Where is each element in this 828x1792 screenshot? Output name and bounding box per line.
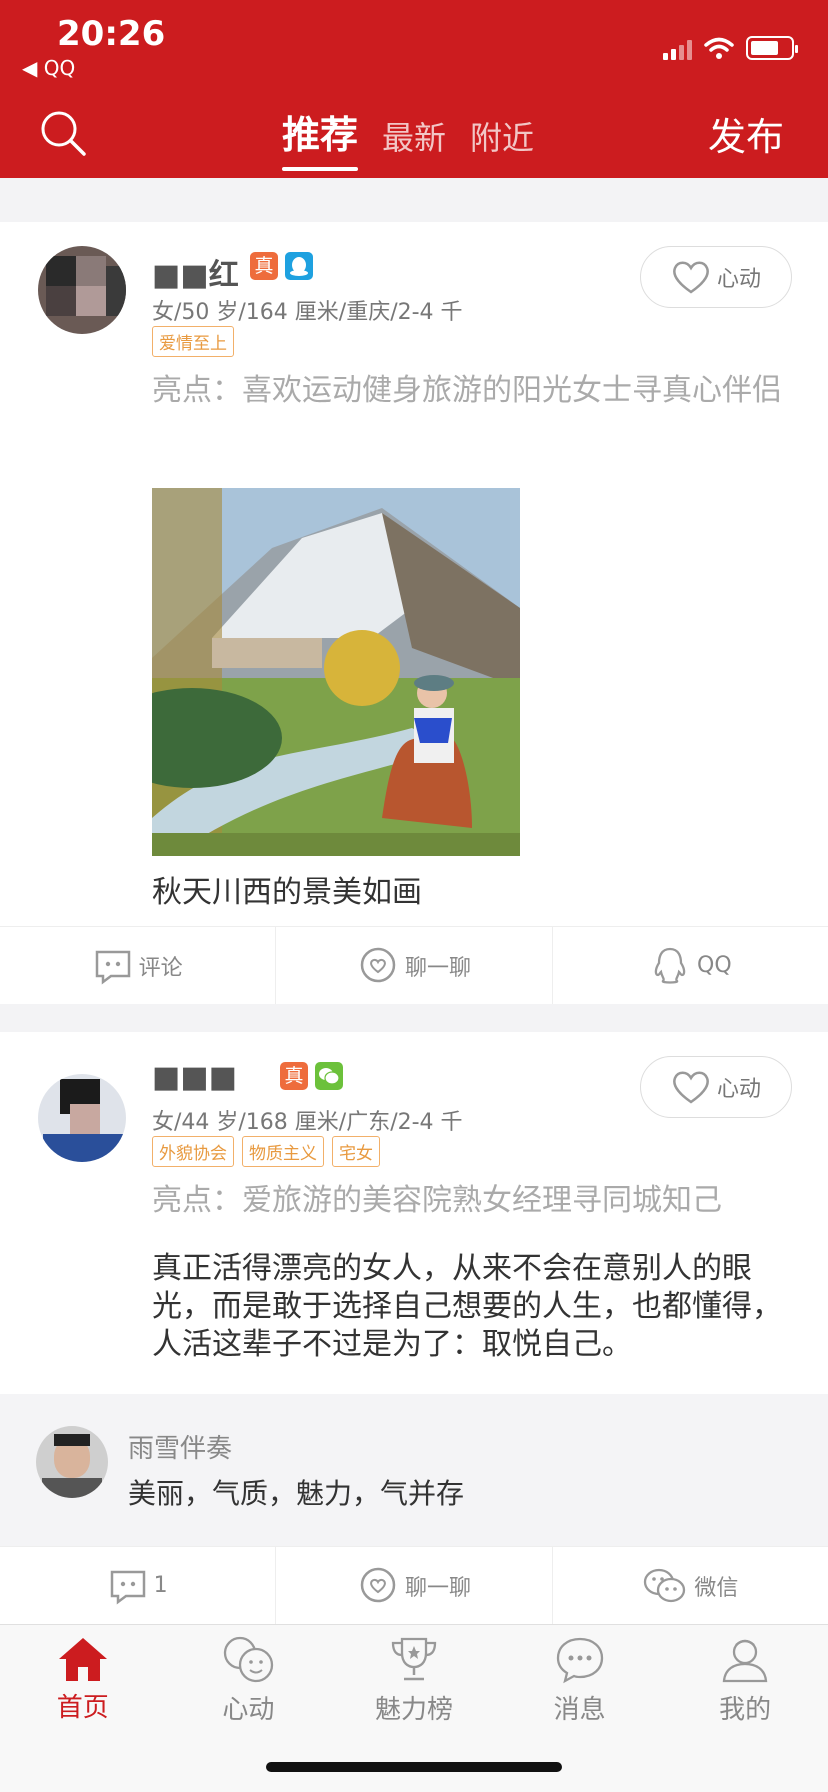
qq-label: QQ bbox=[697, 953, 732, 978]
home-icon bbox=[58, 1638, 107, 1681]
nav-messages-label: 消息 bbox=[553, 1695, 606, 1725]
search-icon[interactable] bbox=[38, 108, 88, 158]
nav-charm-ranking-label: 魅力榜 bbox=[374, 1695, 453, 1725]
landscape-image bbox=[152, 488, 520, 856]
qq-penguin-icon bbox=[654, 947, 686, 984]
wechat-icon bbox=[644, 1568, 686, 1602]
user-info: 女/44 岁/168 厘米/广东/2-4 千 bbox=[152, 1110, 463, 1135]
tab-latest[interactable]: 最新 bbox=[382, 113, 446, 159]
qq-contact-button[interactable]: QQ bbox=[553, 927, 828, 1004]
chat-label: 聊一聊 bbox=[404, 1575, 471, 1601]
tab-nearby[interactable]: 附近 bbox=[470, 113, 534, 159]
user-name[interactable]: ■■■ bbox=[152, 1060, 237, 1095]
avatar[interactable] bbox=[38, 246, 126, 334]
chat-label: 聊一聊 bbox=[404, 955, 471, 981]
verified-badge: 真 bbox=[280, 1062, 308, 1090]
like-label: 心动 bbox=[716, 267, 761, 292]
tag-list: 外貌协会 物质主义 宅女 bbox=[152, 1136, 380, 1167]
nav-heartbeat-label: 心动 bbox=[222, 1695, 275, 1725]
chat-heart-icon bbox=[360, 1567, 396, 1602]
post-photo[interactable] bbox=[152, 488, 520, 856]
post-caption: 秋天川西的景美如画 bbox=[152, 875, 422, 910]
post-text: 真正活得漂亮的女人，从来不会在意别人的眼光，而是敢于选择自己想要的人生，也都懂得… bbox=[152, 1251, 782, 1362]
faces-icon bbox=[224, 1636, 274, 1683]
comment-icon bbox=[110, 1570, 145, 1604]
like-button[interactable]: 心动 bbox=[640, 246, 792, 308]
nav-home-label: 首页 bbox=[56, 1693, 109, 1723]
post-card: ■■■ 真 女/44 岁/168 厘米/广东/2-4 千 外貌协会 物质主义 宅… bbox=[0, 1032, 828, 1624]
comment-preview[interactable]: 雨雪伴奏 美丽，气质，魅力，气并存 bbox=[0, 1394, 828, 1548]
wechat-badge-icon bbox=[315, 1062, 343, 1090]
comment-icon bbox=[95, 950, 130, 984]
feed-tabs: 推荐 最新 附近 bbox=[282, 104, 534, 171]
status-icons bbox=[663, 36, 798, 60]
tab-recommended[interactable]: 推荐 bbox=[282, 104, 359, 171]
user-info: 女/50 岁/164 厘米/重庆/2-4 千 bbox=[152, 300, 463, 325]
user-name[interactable]: ■■红 bbox=[152, 250, 239, 294]
qq-badge-icon bbox=[285, 252, 313, 280]
battery-icon bbox=[746, 36, 798, 60]
verified-badge: 真 bbox=[250, 252, 278, 280]
message-icon bbox=[556, 1637, 603, 1684]
post-action-bar: 评论 聊一聊 QQ bbox=[0, 926, 828, 1004]
heart-icon bbox=[673, 261, 709, 294]
nav-profile[interactable]: 我的 bbox=[662, 1625, 828, 1792]
wifi-icon bbox=[704, 37, 734, 59]
commenter-avatar bbox=[36, 1426, 108, 1498]
heart-icon bbox=[673, 1071, 709, 1104]
chat-heart-icon bbox=[360, 947, 396, 982]
trophy-icon bbox=[391, 1637, 437, 1681]
signal-icon bbox=[663, 38, 692, 60]
post-card: ■■红 真 女/50 岁/164 厘米/重庆/2-4 千 爱情至上 心动 亮点：… bbox=[0, 222, 828, 1004]
back-to-app-link[interactable]: ◀ QQ bbox=[22, 56, 75, 80]
tag: 宅女 bbox=[332, 1136, 380, 1167]
like-button[interactable]: 心动 bbox=[640, 1056, 792, 1118]
tag: 物质主义 bbox=[242, 1136, 324, 1167]
comment-button[interactable]: 1 bbox=[0, 1547, 277, 1624]
tag: 爱情至上 bbox=[152, 326, 234, 357]
highlight-text: 亮点：喜欢运动健身旅游的阳光女士寻真心伴侣 bbox=[152, 373, 782, 408]
chat-button[interactable]: 聊一聊 bbox=[276, 1547, 553, 1624]
highlight-text: 亮点：爱旅游的美容院熟女经理寻同城知己 bbox=[152, 1183, 722, 1218]
tag: 外貌协会 bbox=[152, 1136, 234, 1167]
tag-list: 爱情至上 bbox=[152, 326, 234, 357]
post-action-bar: 1 聊一聊 微信 bbox=[0, 1546, 828, 1624]
publish-button[interactable]: 发布 bbox=[708, 106, 784, 161]
nav-profile-label: 我的 bbox=[719, 1695, 772, 1725]
nav-home[interactable]: 首页 bbox=[0, 1625, 166, 1792]
chat-button[interactable]: 聊一聊 bbox=[276, 927, 553, 1004]
comment-count: 1 bbox=[153, 1573, 168, 1598]
top-header: 20:26 ◀ QQ 推荐 最新 附近 发布 bbox=[0, 0, 828, 178]
home-indicator bbox=[266, 1762, 562, 1772]
avatar[interactable] bbox=[38, 1074, 126, 1162]
like-label: 心动 bbox=[716, 1077, 761, 1102]
status-time: 20:26 bbox=[57, 14, 166, 54]
wechat-contact-button[interactable]: 微信 bbox=[553, 1547, 828, 1624]
commenter-name: 雨雪伴奏 bbox=[128, 1434, 233, 1464]
wechat-label: 微信 bbox=[694, 1575, 739, 1601]
comment-text: 美丽，气质，魅力，气并存 bbox=[128, 1477, 465, 1510]
comment-label: 评论 bbox=[138, 955, 183, 981]
comment-button[interactable]: 评论 bbox=[0, 927, 277, 1004]
profile-icon bbox=[722, 1639, 768, 1683]
